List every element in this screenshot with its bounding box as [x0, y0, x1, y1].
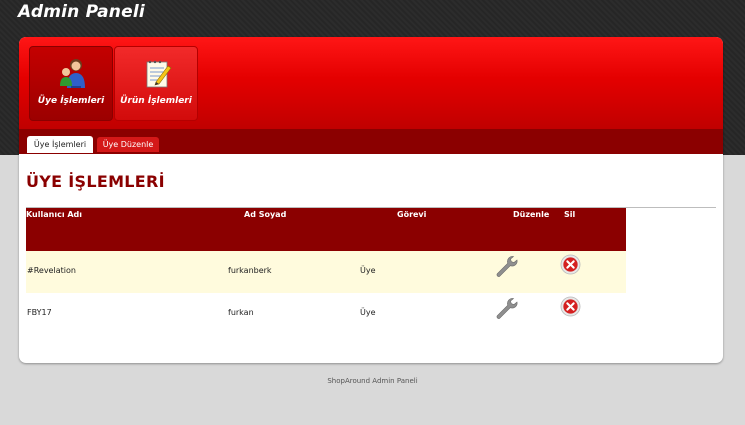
- column-header-username: Kullanıcı Adı: [26, 210, 83, 219]
- main-panel: Üye İşlemleri Ürün İşlemleri Üye İşlemle…: [19, 37, 723, 363]
- site-title: Admin Paneli: [18, 2, 145, 22]
- page-title: ÜYE İŞLEMLERİ: [26, 172, 165, 191]
- table-row: FBY17 furkan Üye: [26, 293, 626, 335]
- table-header: Kullanıcı Adı Ad Soyad Görevi Düzenle Si…: [26, 208, 626, 251]
- column-header-role: Görevi: [397, 210, 427, 219]
- tab-uye-islemleri[interactable]: Üye İşlemleri: [27, 136, 93, 153]
- cell-username: #Revelation: [27, 266, 76, 275]
- footer-text: ShopAround Admin Paneli: [327, 377, 418, 385]
- wrench-icon[interactable]: [494, 296, 518, 320]
- table-row: #Revelation furkanberk Üye: [26, 251, 626, 293]
- cell-role: Üye: [360, 266, 376, 275]
- nav-header: Üye İşlemleri Ürün İşlemleri: [19, 37, 723, 129]
- cell-role: Üye: [360, 308, 376, 317]
- nav-label: Ürün İşlemleri: [120, 96, 192, 106]
- tabs-bar: Üye İşlemleri Üye Düzenle: [19, 129, 723, 154]
- delete-icon[interactable]: [560, 296, 581, 317]
- nav-button-uye-islemleri[interactable]: Üye İşlemleri: [29, 46, 113, 121]
- cell-fullname: furkanberk: [228, 266, 272, 275]
- column-header-delete: Sil: [564, 210, 576, 219]
- user-group-icon: [60, 59, 85, 88]
- cell-fullname: furkan: [228, 308, 254, 317]
- column-header-edit: Düzenle: [513, 210, 550, 219]
- nav-button-urun-islemleri[interactable]: Ürün İşlemleri: [114, 46, 198, 121]
- delete-icon[interactable]: [560, 254, 581, 275]
- column-header-fullname: Ad Soyad: [244, 210, 287, 219]
- notepad-edit-icon: [146, 60, 172, 88]
- cell-username: FBY17: [27, 308, 52, 317]
- nav-label: Üye İşlemleri: [37, 96, 105, 106]
- wrench-icon[interactable]: [494, 254, 518, 278]
- tab-uye-duzenle[interactable]: Üye Düzenle: [97, 137, 159, 152]
